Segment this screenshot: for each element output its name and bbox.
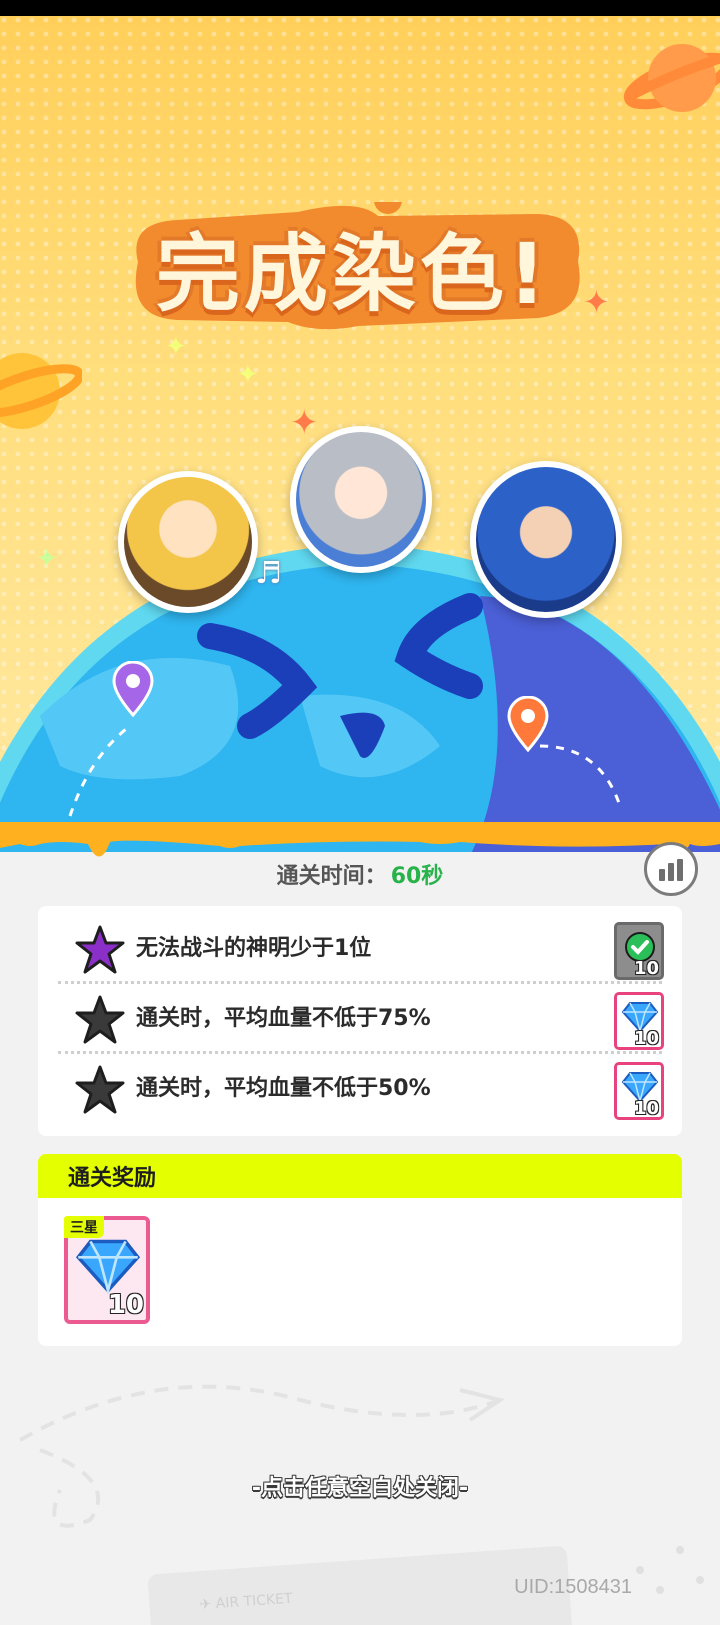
stats-bar-icon bbox=[659, 869, 665, 881]
sparkle-icon: ✦ bbox=[290, 403, 319, 443]
sparkle-icon: ✦ bbox=[237, 360, 259, 390]
result-title: 完成染色! bbox=[155, 224, 551, 323]
reward-count: 10 bbox=[633, 1028, 659, 1049]
map-pin-icon bbox=[507, 696, 549, 752]
rewards-card: 通关奖励 三星 10 bbox=[38, 1154, 682, 1346]
character-avatar bbox=[470, 461, 622, 618]
sparkle-icon: ✦ bbox=[165, 332, 187, 362]
stats-button[interactable] bbox=[644, 842, 698, 896]
reward-count: 10 bbox=[633, 958, 659, 979]
star-icon bbox=[75, 1065, 125, 1114]
clear-time-label: 通关时间： bbox=[276, 864, 387, 889]
rewards-header: 通关奖励 bbox=[38, 1154, 682, 1198]
clear-time: 通关时间： 60秒 bbox=[0, 852, 720, 896]
status-bar bbox=[0, 0, 720, 16]
star-icon bbox=[75, 995, 125, 1044]
reward-item[interactable]: 三星 10 bbox=[64, 1216, 150, 1324]
result-banner: ✦ ✦ ✦ ✦ ✦ 完成染色! ♬ bbox=[0, 16, 720, 852]
character-avatar bbox=[118, 471, 258, 613]
planet-decoration bbox=[0, 353, 82, 429]
objective-row: 通关时，平均血量不低于75% 10 bbox=[58, 984, 664, 1054]
stats-bar-icon bbox=[668, 863, 674, 881]
objective-reward: 10 bbox=[614, 992, 664, 1050]
tier-badge: 三星 bbox=[64, 1216, 104, 1238]
objective-reward: 10 bbox=[614, 922, 664, 980]
objective-reward: 10 bbox=[614, 1062, 664, 1120]
close-hint[interactable]: -点击任意空白处关闭- bbox=[0, 1470, 720, 1502]
objective-text: 无法战斗的神明少于1位 bbox=[136, 936, 372, 961]
stats-bar-icon bbox=[677, 859, 683, 881]
gem-icon bbox=[76, 1239, 140, 1294]
character-avatar bbox=[290, 426, 432, 573]
music-note-icon: ♬ bbox=[255, 556, 282, 591]
clear-time-value: 60秒 bbox=[390, 864, 444, 889]
reward-count: 10 bbox=[107, 1290, 144, 1320]
objective-text: 通关时，平均血量不低于75% bbox=[136, 1006, 431, 1031]
user-id: UID:1508431 bbox=[514, 1576, 632, 1598]
star-icon bbox=[75, 925, 125, 974]
objective-row: 无法战斗的神明少于1位 10 bbox=[58, 914, 664, 984]
objectives-card: 无法战斗的神明少于1位 10 通关时，平均血量不低于75% 10 通关时，平均血… bbox=[38, 906, 682, 1136]
reward-count: 10 bbox=[633, 1098, 659, 1119]
planet-decoration bbox=[623, 44, 720, 112]
objective-text: 通关时，平均血量不低于50% bbox=[136, 1076, 431, 1101]
objective-row: 通关时，平均血量不低于50% 10 bbox=[58, 1054, 664, 1124]
map-pin-icon bbox=[112, 661, 154, 717]
